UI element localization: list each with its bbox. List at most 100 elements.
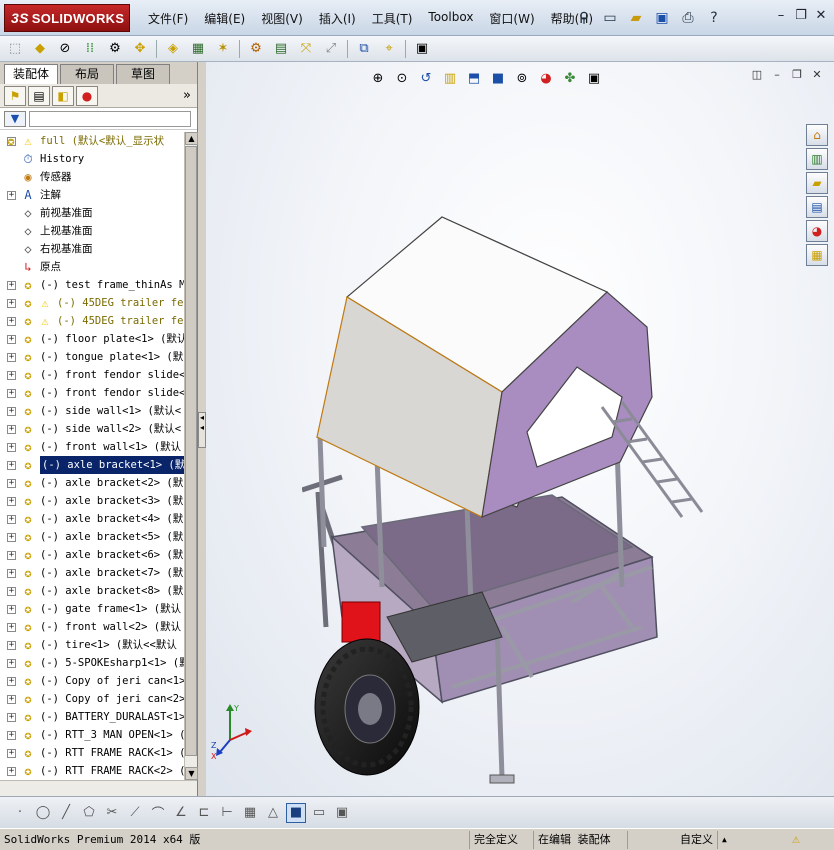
- appearances-icon[interactable]: ◕: [806, 220, 828, 242]
- pattern-icon[interactable]: ⁞⁞: [79, 38, 101, 60]
- expand-icon[interactable]: +: [7, 677, 16, 686]
- viewport-restore-icon[interactable]: ❐: [790, 68, 804, 82]
- expand-icon[interactable]: +: [7, 335, 16, 344]
- expand-icon[interactable]: +: [7, 731, 16, 740]
- expand-icon[interactable]: +: [7, 749, 16, 758]
- chamfer-icon[interactable]: ∠: [171, 803, 191, 823]
- move-component-icon[interactable]: ✥: [129, 38, 151, 60]
- scroll-up-icon[interactable]: ▲: [185, 132, 198, 145]
- expand-icon[interactable]: +: [7, 353, 16, 362]
- exploded-view-icon[interactable]: ⤧: [295, 38, 317, 60]
- tab-sketch[interactable]: 草图: [116, 64, 170, 84]
- tree-row[interactable]: + ✪ (-) axle bracket<7> (默: [0, 564, 184, 582]
- tree-row[interactable]: ◇ 前视基准面: [0, 204, 184, 222]
- menu-toolbox[interactable]: Toolbox: [420, 8, 481, 28]
- grid-icon[interactable]: ▦: [240, 803, 260, 823]
- tree-row[interactable]: + ✪ (-) axle bracket<6> (默: [0, 546, 184, 564]
- restore-icon[interactable]: ❐: [792, 6, 810, 24]
- new-motion-study-icon[interactable]: ⚙: [245, 38, 267, 60]
- expand-icon[interactable]: +: [7, 623, 16, 632]
- scroll-down-icon[interactable]: ▼: [185, 767, 198, 780]
- units-caret-icon[interactable]: ▲: [718, 831, 788, 849]
- expand-icon[interactable]: +: [7, 317, 16, 326]
- expand-icon[interactable]: +: [7, 407, 16, 416]
- expand-icon[interactable]: +: [7, 659, 16, 668]
- menu-edit[interactable]: 编辑(E): [196, 8, 253, 28]
- tree-row[interactable]: ◉ 传感器: [0, 168, 184, 186]
- wireframe-view-icon[interactable]: ▭: [309, 803, 329, 823]
- menu-window[interactable]: 窗口(W): [481, 8, 542, 28]
- panel-splitter[interactable]: ◂ ◂: [198, 62, 206, 796]
- expand-icon[interactable]: +: [7, 569, 16, 578]
- bill-of-materials-icon[interactable]: ▤: [270, 38, 292, 60]
- menu-view[interactable]: 视图(V): [253, 8, 311, 28]
- edit-appearance-icon[interactable]: ◕: [536, 68, 556, 88]
- expand-icon[interactable]: +: [7, 191, 16, 200]
- tree-row[interactable]: ◇ 右视基准面: [0, 240, 184, 258]
- interference-detection-icon[interactable]: ⧉: [353, 38, 375, 60]
- menu-tools[interactable]: 工具(T): [364, 8, 421, 28]
- tree-row[interactable]: + ✪ (-) axle bracket<4> (默: [0, 510, 184, 528]
- new-document-icon[interactable]: ▭: [598, 6, 622, 30]
- shaded-view-icon[interactable]: ■: [286, 802, 306, 823]
- feature-tree-icon[interactable]: ⚑: [4, 85, 26, 106]
- home-icon[interactable]: ⌂: [806, 124, 828, 146]
- expand-icon[interactable]: +: [7, 443, 16, 452]
- expand-icon[interactable]: +: [7, 533, 16, 542]
- tree-row[interactable]: + ✪ (-) axle bracket<5> (默: [0, 528, 184, 546]
- expand-icon[interactable]: +: [7, 479, 16, 488]
- filter-icon[interactable]: ▼: [4, 110, 26, 127]
- viewport-close-icon[interactable]: ✕: [810, 68, 824, 82]
- tree-row[interactable]: + ✪ (-) side wall<2> (默认<: [0, 420, 184, 438]
- apply-scene-icon[interactable]: ✤: [560, 68, 580, 88]
- view-orientation-icon[interactable]: ⬒: [464, 68, 484, 88]
- save-icon[interactable]: ▣: [650, 6, 674, 30]
- close-icon[interactable]: ✕: [812, 6, 830, 24]
- expand-icon[interactable]: +: [7, 605, 16, 614]
- tree-row[interactable]: + ✪ ⚠ (-) 45DEG trailer fe: [0, 294, 184, 312]
- tab-layout[interactable]: 布局: [60, 64, 114, 84]
- tree-row[interactable]: + ✪ (-) axle bracket<2> (默: [0, 474, 184, 492]
- minimize-icon[interactable]: –: [772, 6, 790, 24]
- offset-icon[interactable]: ⊏: [194, 803, 214, 823]
- tree-row[interactable]: + ✪ (-) front fendor slide<: [0, 366, 184, 384]
- expand-icon[interactable]: +: [7, 497, 16, 506]
- hide-show-items-icon[interactable]: ⊚: [512, 68, 532, 88]
- scroll-thumb[interactable]: [185, 146, 197, 756]
- help-icon[interactable]: ?: [702, 6, 726, 30]
- tree-row[interactable]: + ✪ (-) tongue plate<1> (默: [0, 348, 184, 366]
- tree-row[interactable]: + ✪ (-) RTT_3 MAN OPEN<1> (: [0, 726, 184, 744]
- configuration-manager-icon[interactable]: ◧: [52, 85, 74, 106]
- expand-icon[interactable]: +: [7, 461, 16, 470]
- polygon-icon[interactable]: ⬠: [79, 803, 99, 823]
- expand-icon[interactable]: +: [7, 425, 16, 434]
- point-icon[interactable]: ·: [10, 803, 30, 823]
- tree-row[interactable]: + ✪ (-) test frame_thinAs M: [0, 276, 184, 294]
- smart-fasteners-icon[interactable]: ⚙: [104, 38, 126, 60]
- clearance-verification-icon[interactable]: ⌖: [378, 38, 400, 60]
- split-view-icon[interactable]: ◫: [750, 68, 764, 82]
- tree-row[interactable]: + ✪ (-) side wall<1> (默认<: [0, 402, 184, 420]
- tree-row[interactable]: + ✪ (-) front wall<2> (默认: [0, 618, 184, 636]
- explode-line-sketch-icon[interactable]: ⤢: [320, 38, 342, 60]
- tree-row[interactable]: + ✪ (-) front fendor slide<: [0, 384, 184, 402]
- line-icon[interactable]: ╱: [56, 803, 76, 823]
- custom-properties-icon[interactable]: ▦: [806, 244, 828, 266]
- tree-row[interactable]: + A 注解: [0, 186, 184, 204]
- show-hidden-icon[interactable]: ◈: [162, 38, 184, 60]
- assembly-features-icon[interactable]: ▦: [187, 38, 209, 60]
- expand-more-icon[interactable]: »: [183, 88, 191, 103]
- edit-component-icon[interactable]: ⬚: [4, 38, 26, 60]
- tree-row[interactable]: + ✪ (-) tire<1> (默认<<默认: [0, 636, 184, 654]
- tree-row[interactable]: + ✪ (-) Copy of jeri can<2>: [0, 690, 184, 708]
- tree-row[interactable]: ⏱ History: [0, 150, 184, 168]
- menu-insert[interactable]: 插入(I): [311, 8, 364, 28]
- print-icon[interactable]: ⎙: [676, 6, 700, 30]
- open-folder-icon[interactable]: ▰: [624, 6, 648, 30]
- tree-vertical-scrollbar[interactable]: ▲ ▼: [184, 132, 198, 780]
- tree-row[interactable]: + ✪ ⚠ (-) 45DEG trailer fe: [0, 312, 184, 330]
- construction-line-icon[interactable]: ⟋: [125, 803, 145, 823]
- tree-row[interactable]: ◇ 上视基准面: [0, 222, 184, 240]
- tree-row[interactable]: + ✪ (-) BATTERY_DURALAST<1>: [0, 708, 184, 726]
- tree-row[interactable]: + ✪ (-) axle bracket<3> (默: [0, 492, 184, 510]
